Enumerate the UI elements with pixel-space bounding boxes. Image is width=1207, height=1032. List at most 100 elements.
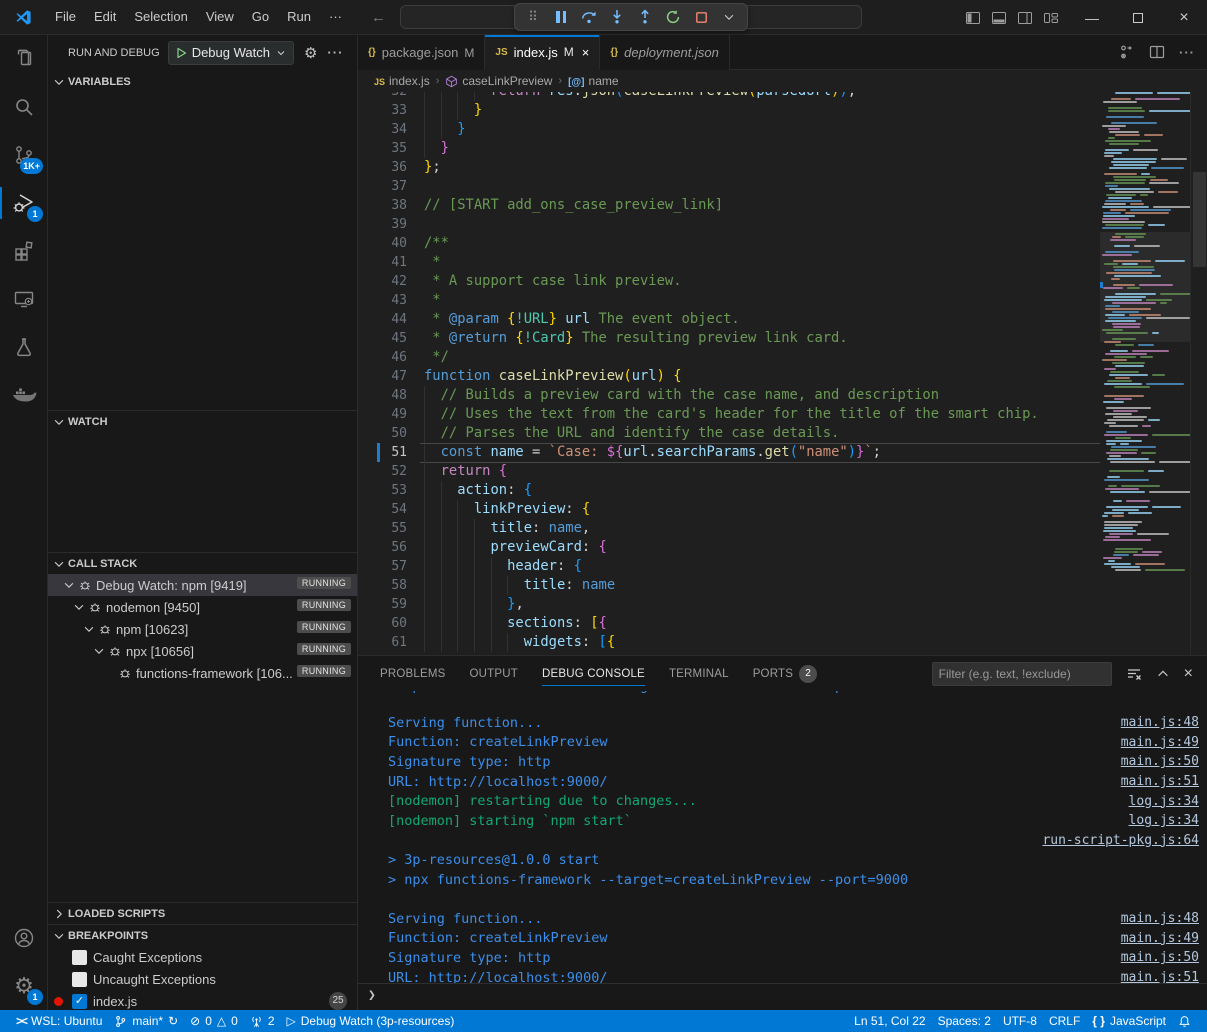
call-stack-row[interactable]: functions-framework [106...RUNNING — [48, 662, 357, 684]
status-error[interactable]: ⊘0△0 — [184, 1010, 244, 1032]
panel-tab-terminal[interactable]: TERMINAL — [669, 656, 729, 691]
debug-console-output[interactable]: > npx functions-framework --target=creat… — [358, 691, 1207, 983]
clear-console-icon[interactable] — [1126, 666, 1142, 682]
activity-settings-icon[interactable]: ⚙1 — [0, 962, 48, 1010]
panel-tab-output[interactable]: OUTPUT — [470, 656, 518, 691]
code-line-37[interactable]: 37 — [358, 177, 1100, 196]
status-radio-tower[interactable]: 2 — [244, 1010, 281, 1032]
toggle-secondary-sidebar-icon[interactable] — [1017, 10, 1033, 26]
panel-tab-ports[interactable]: PORTS2 — [753, 656, 817, 691]
activity-run-and-debug-icon[interactable]: 1 — [0, 179, 48, 227]
code-line-46[interactable]: 46 */ — [358, 348, 1100, 367]
activity-source-control-icon[interactable]: 1K+ — [0, 131, 48, 179]
code-line-38[interactable]: 38// [START add_ons_case_preview_link] — [358, 196, 1100, 215]
customize-layout-icon[interactable] — [1043, 10, 1059, 26]
console-source-link[interactable]: main.js:51 — [1121, 970, 1199, 983]
launch-config-dropdown[interactable]: Debug Watch — [168, 41, 294, 65]
open-changes-icon[interactable] — [1119, 44, 1135, 60]
console-source-link[interactable]: main.js:50 — [1121, 950, 1199, 965]
editor-scrollbar[interactable] — [1190, 92, 1207, 655]
menu-go[interactable]: Go — [243, 6, 278, 28]
code-line-43[interactable]: 43 * — [358, 291, 1100, 310]
code-line-49[interactable]: 49 // Uses the text from the card's head… — [358, 405, 1100, 424]
menu-edit[interactable]: Edit — [85, 6, 125, 28]
toggle-panel-icon[interactable] — [991, 10, 1007, 26]
tab-index.js[interactable]: JSindex.jsM× — [485, 35, 600, 70]
call-stack-row[interactable]: Debug Watch: npm [9419]RUNNING — [48, 574, 357, 596]
code-line-57[interactable]: 57 header: { — [358, 557, 1100, 576]
breadcrumb-item-name[interactable]: [@]name — [568, 74, 618, 88]
section-loaded-scripts[interactable]: LOADED SCRIPTS — [48, 902, 357, 924]
code-line-55[interactable]: 55 title: name, — [358, 519, 1100, 538]
code-line-33[interactable]: 33 } — [358, 101, 1100, 120]
code-line-36[interactable]: 36}; — [358, 158, 1100, 177]
console-source-link[interactable]: main.js:48 — [1121, 715, 1199, 730]
pause-icon[interactable] — [549, 6, 573, 28]
tab-deployment.json[interactable]: {}deployment.json — [600, 35, 729, 70]
call-stack-row[interactable]: npx [10656]RUNNING — [48, 640, 357, 662]
breakpoint-checkbox[interactable]: ✓ — [72, 994, 87, 1009]
code-line-60[interactable]: 60 sections: [{ — [358, 614, 1100, 633]
activity-search-icon[interactable] — [0, 83, 48, 131]
status-ln-51-col-22[interactable]: Ln 51, Col 22 — [848, 1010, 931, 1032]
call-stack-row[interactable]: npm [10623]RUNNING — [48, 618, 357, 640]
call-stack-row[interactable]: nodemon [9450]RUNNING — [48, 596, 357, 618]
status-utf-8[interactable]: UTF-8 — [997, 1010, 1043, 1032]
panel-tab-debug-console[interactable]: DEBUG CONSOLE — [542, 656, 645, 691]
breakpoint-checkbox[interactable] — [72, 950, 87, 965]
split-editor-icon[interactable] — [1149, 44, 1165, 60]
code-line-45[interactable]: 45 * @return {!Card} The resulting previ… — [358, 329, 1100, 348]
code-line-32[interactable]: 32 return res.json(caseLinkPreview(parse… — [358, 92, 1100, 101]
console-source-link[interactable]: main.js:50 — [1121, 754, 1199, 769]
debug-settings-gear-icon[interactable]: ⚙ — [304, 44, 317, 62]
code-line-42[interactable]: 42 * A support case link preview. — [358, 272, 1100, 291]
menu-view[interactable]: View — [197, 6, 243, 28]
status-spaces-2[interactable]: Spaces: 2 — [932, 1010, 997, 1032]
code-line-61[interactable]: 61 widgets: [{ — [358, 633, 1100, 652]
close-panel-icon[interactable]: × — [1184, 665, 1193, 683]
code-line-52[interactable]: 52 return { — [358, 462, 1100, 481]
activity-accounts-icon[interactable] — [0, 914, 48, 962]
status-debug[interactable]: ▷Debug Watch (3p-resources) — [281, 1010, 461, 1032]
status-bell[interactable] — [1172, 1010, 1197, 1032]
menu-selection[interactable]: Selection — [125, 6, 196, 28]
activity-remote-explorer-icon[interactable] — [0, 275, 48, 323]
grip-icon[interactable]: ⠿ — [521, 6, 545, 28]
console-source-link[interactable]: log.js:34 — [1129, 794, 1199, 809]
close-tab-icon[interactable]: × — [582, 45, 590, 60]
panel-tab-problems[interactable]: PROBLEMS — [380, 656, 446, 691]
minimap[interactable] — [1100, 92, 1190, 655]
status-remote[interactable]: ><WSL: Ubuntu — [10, 1010, 108, 1032]
close-button[interactable]: × — [1161, 0, 1207, 35]
step-out-icon[interactable] — [633, 6, 657, 28]
section-call-stack[interactable]: CALL STACK — [48, 552, 357, 574]
restart-icon[interactable] — [661, 6, 685, 28]
activity-testing-icon[interactable] — [0, 323, 48, 371]
chevron-down-icon[interactable] — [72, 600, 86, 614]
more-actions-icon[interactable]: ··· — [1179, 45, 1195, 60]
breadcrumb-item-caseLinkPreview[interactable]: caseLinkPreview — [445, 74, 552, 88]
section-watch[interactable]: WATCH — [48, 410, 357, 432]
code-line-53[interactable]: 53 action: { — [358, 481, 1100, 500]
code-line-51[interactable]: 51 const name = `Case: ${url.searchParam… — [358, 443, 1100, 462]
menu-moremoremore[interactable]: ··· — [320, 6, 351, 28]
code-line-44[interactable]: 44 * @param {!URL} url The event object. — [358, 310, 1100, 329]
toggle-primary-sidebar-icon[interactable] — [965, 10, 981, 26]
status-braces[interactable]: { }JavaScript — [1086, 1010, 1172, 1032]
activity-extensions-icon[interactable] — [0, 227, 48, 275]
code-line-50[interactable]: 50 // Parses the URL and identify the ca… — [358, 424, 1100, 443]
activity-explorer-icon[interactable] — [0, 35, 48, 83]
chevron-down-icon[interactable] — [717, 6, 741, 28]
minimize-button[interactable]: — — [1069, 0, 1115, 35]
maximize-button[interactable] — [1115, 0, 1161, 35]
debug-console-input[interactable]: ❯ — [358, 983, 1207, 1006]
code-line-48[interactable]: 48 // Builds a preview card with the cas… — [358, 386, 1100, 405]
activity-docker-icon[interactable] — [0, 371, 48, 419]
breakpoint-row[interactable]: Caught Exceptions — [48, 946, 357, 968]
console-source-link[interactable]: main.js:49 — [1121, 735, 1199, 750]
views-more-actions-icon[interactable]: ··· — [327, 45, 343, 60]
status-crlf[interactable]: CRLF — [1043, 1010, 1086, 1032]
code-line-54[interactable]: 54 linkPreview: { — [358, 500, 1100, 519]
console-source-link[interactable]: main.js:51 — [1121, 774, 1199, 789]
step-over-icon[interactable] — [577, 6, 601, 28]
